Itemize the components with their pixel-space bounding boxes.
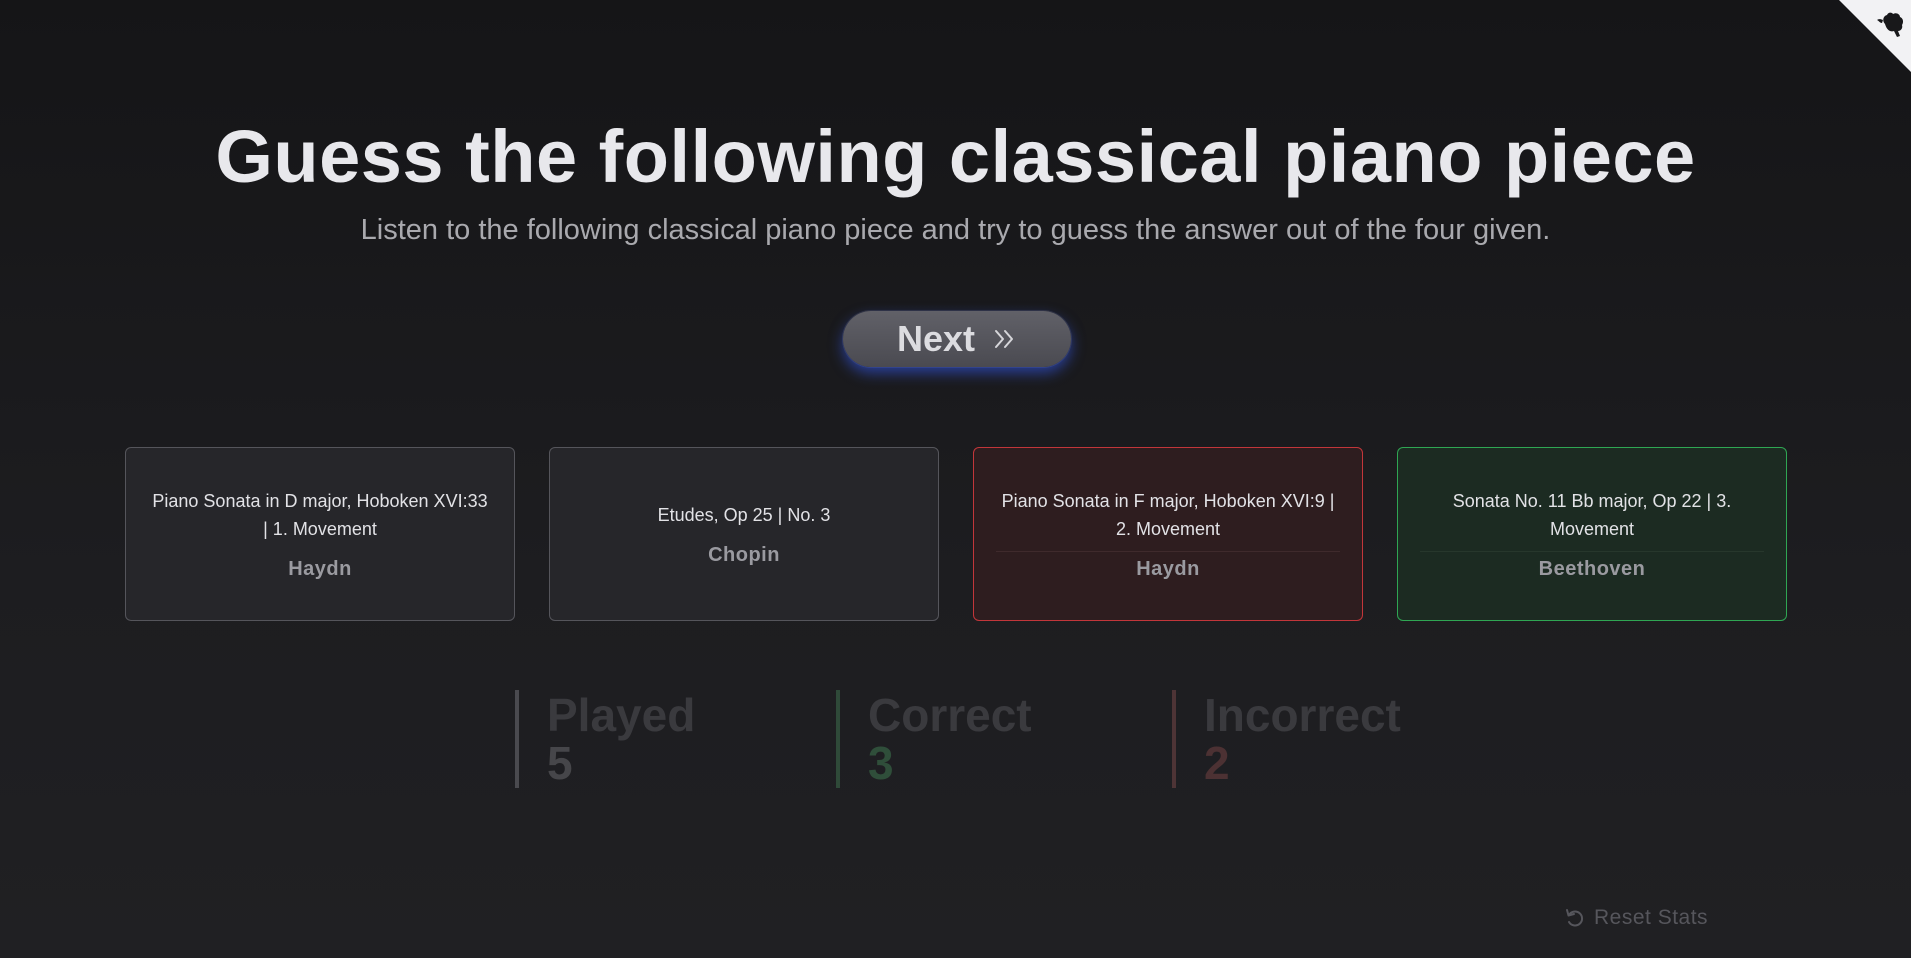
option-divider <box>148 551 492 552</box>
stat-incorrect: Incorrect 2 <box>1172 690 1401 788</box>
github-corner-link[interactable] <box>1839 0 1911 72</box>
stat-played: Played 5 <box>515 690 695 788</box>
option-divider <box>996 551 1340 552</box>
double-chevron-right-icon <box>993 328 1017 350</box>
reset-stats-label: Reset Stats <box>1594 906 1709 929</box>
reset-stats-button[interactable]: Reset Stats <box>1564 906 1708 930</box>
stat-correct-label: Correct <box>868 689 1032 741</box>
stat-incorrect-value: 2 <box>1204 737 1230 789</box>
stat-correct: Correct 3 <box>836 690 1032 788</box>
piece-title: Sonata No. 11 Bb major, Op 22 | 3. Movem… <box>1452 491 1732 539</box>
answer-options: Piano Sonata in D major, Hoboken XVI:33 … <box>125 447 1789 623</box>
stat-played-label: Played <box>547 689 696 741</box>
next-button[interactable]: Next <box>843 311 1071 367</box>
option-divider <box>1420 551 1764 552</box>
github-octocat-icon <box>1839 0 1911 72</box>
page-title: Guess the following classical piano piec… <box>215 115 1696 198</box>
piece-title: Piano Sonata in D major, Hoboken XVI:33 … <box>152 491 488 539</box>
next-button-label: Next <box>896 318 976 359</box>
page-subtitle: Listen to the following classical piano … <box>360 214 1551 246</box>
answer-option[interactable]: Etudes, Op 25 | No. 3 Chopin <box>549 447 939 621</box>
stat-played-value: 5 <box>547 737 573 789</box>
composer-name: Haydn <box>288 558 352 580</box>
answer-option-incorrect[interactable]: Piano Sonata in F major, Hoboken XVI:9 |… <box>973 447 1363 621</box>
answer-option[interactable]: Piano Sonata in D major, Hoboken XVI:33 … <box>125 447 515 621</box>
composer-name: Beethoven <box>1538 558 1646 580</box>
piece-title: Piano Sonata in F major, Hoboken XVI:9 |… <box>1001 491 1335 539</box>
stat-incorrect-label: Incorrect <box>1204 689 1401 741</box>
composer-name: Chopin <box>708 544 780 566</box>
answer-option-correct[interactable]: Sonata No. 11 Bb major, Op 22 | 3. Movem… <box>1397 447 1787 621</box>
reset-icon <box>1564 907 1586 929</box>
piece-title: Etudes, Op 25 | No. 3 <box>657 505 831 525</box>
stat-correct-value: 3 <box>868 737 894 789</box>
option-divider <box>572 537 916 538</box>
composer-name: Haydn <box>1136 558 1200 580</box>
